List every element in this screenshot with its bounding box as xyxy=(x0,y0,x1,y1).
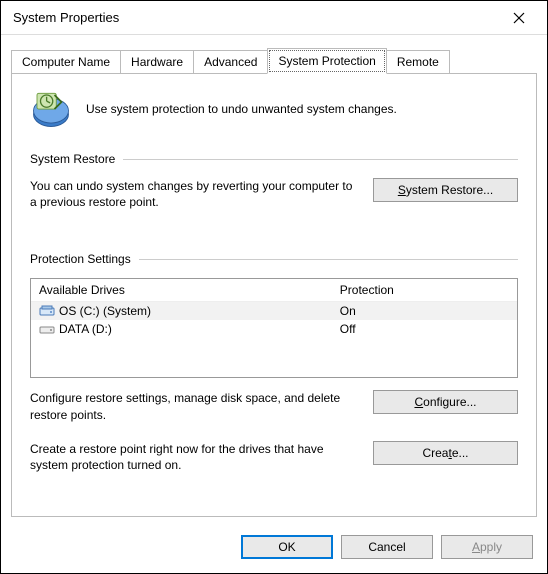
tab-hardware[interactable]: Hardware xyxy=(120,50,194,74)
available-drives-list[interactable]: Available Drives Protection OS (C:) (Sys… xyxy=(30,278,518,378)
configure-desc: Configure restore settings, manage disk … xyxy=(30,390,353,422)
close-icon xyxy=(513,12,525,24)
cancel-button[interactable]: Cancel xyxy=(341,535,433,559)
tab-remote[interactable]: Remote xyxy=(386,50,450,74)
drive-row[interactable]: OS (C:) (System) On xyxy=(31,302,517,320)
intro-text: Use system protection to undo unwanted s… xyxy=(86,102,397,116)
system-restore-row: You can undo system changes by reverting… xyxy=(30,178,518,210)
intro-row: Use system protection to undo unwanted s… xyxy=(30,88,518,130)
drive-label: OS (C:) (System) xyxy=(59,304,340,318)
drive-protection: Off xyxy=(340,322,509,336)
section-label: Protection Settings xyxy=(30,252,139,266)
window-title: System Properties xyxy=(13,10,499,25)
drive-icon xyxy=(39,305,55,317)
configure-button[interactable]: Configure... xyxy=(373,390,518,414)
divider xyxy=(139,259,518,260)
ok-button[interactable]: OK xyxy=(241,535,333,559)
section-header-protection-settings: Protection Settings xyxy=(30,252,518,266)
drive-protection: On xyxy=(340,304,509,318)
column-header-drives[interactable]: Available Drives xyxy=(39,283,340,297)
tab-computer-name[interactable]: Computer Name xyxy=(11,50,121,74)
system-restore-desc: You can undo system changes by reverting… xyxy=(30,178,353,210)
system-restore-button[interactable]: System Restore... xyxy=(373,178,518,202)
drive-label: DATA (D:) xyxy=(59,322,340,336)
section-header-system-restore: System Restore xyxy=(30,152,518,166)
titlebar: System Properties xyxy=(1,1,547,35)
tab-system-protection[interactable]: System Protection xyxy=(267,48,386,74)
create-button[interactable]: Create... xyxy=(373,441,518,465)
tab-page-system-protection: Use system protection to undo unwanted s… xyxy=(11,73,537,517)
create-row: Create a restore point right now for the… xyxy=(30,441,518,473)
drives-header-row: Available Drives Protection xyxy=(31,279,517,302)
drive-icon xyxy=(39,323,55,335)
apply-button[interactable]: Apply xyxy=(441,535,533,559)
configure-row: Configure restore settings, manage disk … xyxy=(30,390,518,422)
system-properties-window: System Properties Computer Name Hardware… xyxy=(0,0,548,574)
section-label: System Restore xyxy=(30,152,123,166)
tab-advanced[interactable]: Advanced xyxy=(193,50,268,74)
create-desc: Create a restore point right now for the… xyxy=(30,441,353,473)
divider xyxy=(123,159,518,160)
tabstrip: Computer Name Hardware Advanced System P… xyxy=(11,48,537,74)
column-header-protection[interactable]: Protection xyxy=(340,283,509,297)
system-protection-icon xyxy=(30,88,72,130)
content-area: Computer Name Hardware Advanced System P… xyxy=(1,35,547,525)
drive-row[interactable]: DATA (D:) Off xyxy=(31,320,517,338)
close-button[interactable] xyxy=(499,3,539,33)
dialog-footer: OK Cancel Apply xyxy=(1,525,547,573)
